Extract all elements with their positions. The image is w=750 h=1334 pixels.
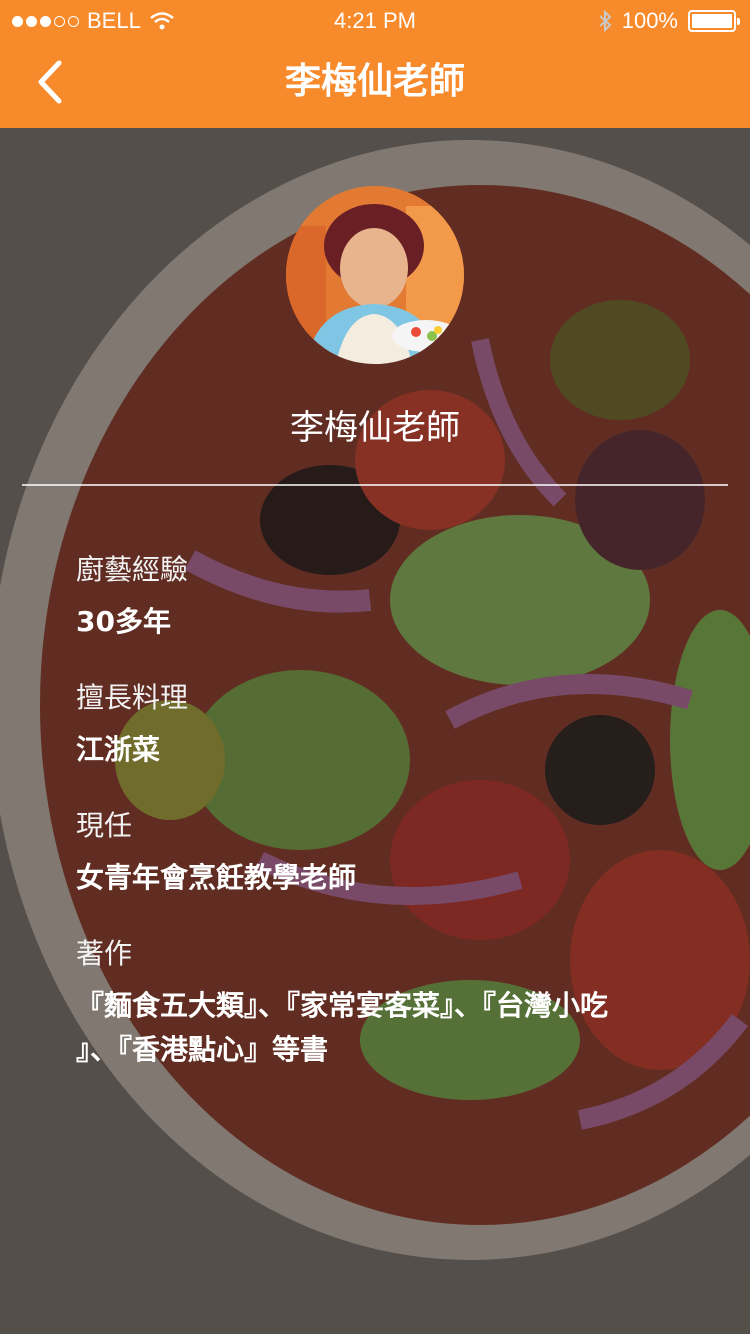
nav-bar: 李梅仙老師	[0, 40, 750, 128]
status-right: 100%	[598, 8, 740, 34]
info-label: 擅長料理	[76, 681, 189, 714]
divider	[22, 484, 728, 486]
chevron-left-icon	[38, 60, 62, 104]
battery-percent: 100%	[621, 8, 678, 33]
avatar-image	[286, 186, 464, 364]
info-value: 女青年會烹飪教學老師	[76, 861, 357, 894]
bluetooth-icon	[599, 10, 612, 32]
info-value-line: 『麵食五大類』、『家常宴客菜』、『台灣小吃	[76, 989, 609, 1022]
info-label: 廚藝經驗	[76, 553, 189, 586]
status-bar: BELL 4:21 PM 100%	[0, 0, 750, 40]
info-value: 30多年	[76, 605, 171, 638]
info-current-position: 現任 女青年會烹飪教學老師	[76, 806, 706, 900]
teacher-name: 李梅仙老師	[290, 408, 460, 448]
info-label: 著作	[76, 937, 133, 970]
teacher-info: 廚藝經驗 30多年 擅長料理 江浙菜 現任 女青年會烹飪教學老師 著作 『麵食五…	[76, 550, 706, 1106]
battery-icon	[688, 10, 740, 32]
info-publications: 著作 『麵食五大類』、『家常宴客菜』、『台灣小吃 』、『香港點心』等書	[76, 934, 706, 1072]
page-title: 李梅仙老師	[284, 61, 465, 102]
info-experience: 廚藝經驗 30多年	[76, 550, 706, 644]
teacher-avatar	[286, 186, 464, 364]
back-button[interactable]	[20, 52, 80, 112]
info-label: 現任	[76, 809, 133, 842]
battery-fill	[692, 14, 732, 28]
info-value: 『麵食五大類』、『家常宴客菜』、『台灣小吃 』、『香港點心』等書	[76, 984, 706, 1072]
info-value: 江浙菜	[76, 733, 161, 766]
info-value-line: 』、『香港點心』等書	[76, 1033, 329, 1066]
info-specialty: 擅長料理 江浙菜	[76, 678, 706, 772]
